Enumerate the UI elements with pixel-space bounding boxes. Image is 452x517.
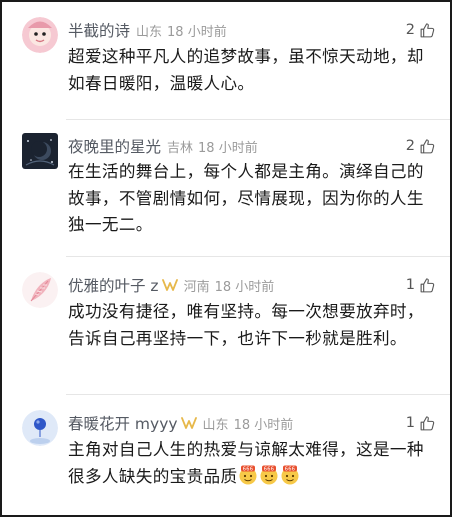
svg-text:666: 666	[285, 466, 296, 472]
666-emoji-icon: 666	[281, 465, 299, 484]
timestamp: 18 小时前	[214, 279, 275, 295]
emoji-group: 666 666 666	[238, 465, 300, 485]
vip-badge-icon	[161, 279, 178, 291]
divider	[66, 119, 450, 120]
location-label: 吉林	[167, 140, 194, 156]
timestamp: 18 小时前	[198, 140, 258, 156]
location-label: 河南	[183, 279, 210, 295]
dark-starry-night-avatar-icon	[22, 133, 58, 169]
username[interactable]: 夜晚里的星光	[68, 135, 161, 157]
divider	[66, 256, 450, 257]
like-count: 2	[405, 22, 415, 38]
pink-feather-avatar-icon	[22, 272, 58, 308]
user-avatar[interactable]	[22, 17, 58, 53]
like-count: 2	[405, 138, 415, 154]
comment-list: 半截的诗 山东 18 小时前 2 超爱这种平凡人的追梦故事，虽不惊天动地，却如春…	[0, 0, 452, 517]
username[interactable]: 春暖花开 myyy	[68, 412, 178, 434]
like-button[interactable]: 2	[406, 19, 436, 41]
comment-text: 超爱这种平凡人的追梦故事，虽不惊天动地，却如春日暖阳，温暖人心。	[68, 47, 424, 93]
user-avatar[interactable]	[22, 133, 58, 169]
svg-text:666: 666	[264, 466, 275, 472]
thumbs-up-icon	[420, 415, 435, 430]
666-emoji-icon: 666	[260, 465, 278, 484]
location-label: 山东	[136, 24, 163, 40]
comment-text: 在生活的舞台上，每个人都是主角。演绎自己的故事，不管剧情如何，尽情展现，因为你的…	[68, 162, 424, 234]
user-avatar[interactable]	[22, 410, 58, 446]
thumbs-up-icon	[420, 22, 435, 37]
comment-text: 成功没有捷径，唯有坚持。每一次想要放弃时，告诉自己再坚持一下，也许下一秒就是胜利…	[68, 302, 424, 348]
vip-badge-icon	[180, 417, 197, 429]
divider	[66, 394, 450, 395]
username[interactable]: 半截的诗	[68, 19, 130, 41]
like-count: 1	[405, 277, 415, 293]
thumbs-up-icon	[420, 138, 435, 153]
username[interactable]: 优雅的叶子 z	[68, 274, 159, 296]
svg-text:666: 666	[243, 466, 254, 472]
like-button[interactable]: 1	[406, 274, 436, 296]
like-button[interactable]: 1	[406, 412, 436, 434]
thumbs-up-icon	[420, 277, 435, 292]
timestamp: 18 小时前	[233, 417, 294, 433]
like-count: 1	[405, 415, 415, 431]
666-emoji-icon: 666	[239, 465, 257, 484]
timestamp: 18 小时前	[167, 24, 227, 40]
blue-sky-balloon-avatar-icon	[22, 410, 58, 446]
comment-text: 主角对自己人生的热爱与谅解太难得，这是一种很多人缺失的宝贵品质 666 666 666	[68, 437, 438, 490]
location-label: 山东	[202, 417, 229, 433]
user-avatar[interactable]	[22, 272, 58, 308]
like-button[interactable]: 2	[406, 135, 436, 157]
pink-cartoon-face-avatar-icon	[22, 17, 58, 53]
